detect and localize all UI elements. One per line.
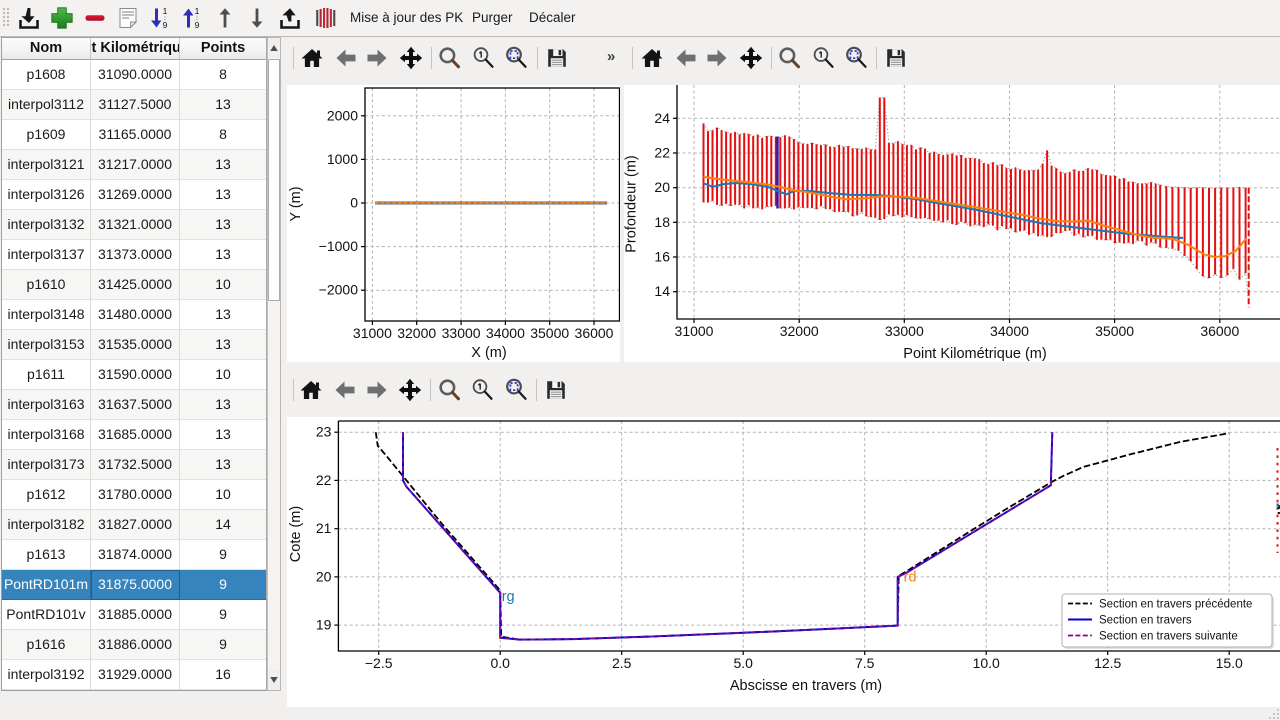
svg-text:−1000: −1000 [319, 238, 359, 254]
svg-text:36000: 36000 [1200, 323, 1239, 339]
svg-text:22: 22 [654, 145, 670, 161]
svg-text:1: 1 [163, 6, 168, 16]
svg-text:34000: 34000 [990, 323, 1029, 339]
svg-text:5.0: 5.0 [733, 655, 753, 671]
svg-text:34000: 34000 [486, 325, 525, 341]
svg-text:35000: 35000 [530, 325, 569, 341]
svg-text:31000: 31000 [675, 323, 714, 339]
svg-text:32000: 32000 [397, 325, 436, 341]
svg-text:rd: rd [904, 570, 917, 586]
svg-text:33000: 33000 [885, 323, 924, 339]
svg-text:35000: 35000 [1095, 323, 1134, 339]
svg-text:14: 14 [654, 283, 670, 299]
svg-text:Section en travers précédente: Section en travers précédente [1099, 598, 1252, 610]
svg-text:31000: 31000 [353, 325, 392, 341]
svg-text:36000: 36000 [575, 325, 614, 341]
svg-text:9: 9 [195, 20, 200, 30]
svg-text:20: 20 [316, 568, 332, 584]
svg-text:7.5: 7.5 [855, 655, 875, 671]
svg-text:Y (m): Y (m) [288, 186, 304, 221]
svg-text:Section en travers suivante: Section en travers suivante [1099, 630, 1238, 642]
svg-text:10.0: 10.0 [973, 655, 1000, 671]
svg-text:−2.5: −2.5 [365, 655, 393, 671]
svg-text:Abscisse en travers (m): Abscisse en travers (m) [730, 678, 882, 694]
svg-text:X (m): X (m) [471, 345, 506, 361]
svg-text:−2000: −2000 [319, 282, 359, 298]
svg-text:12.5: 12.5 [1094, 655, 1121, 671]
svg-text:24: 24 [654, 110, 670, 126]
svg-text:0: 0 [350, 195, 358, 211]
svg-text:Point Kilométrique (m): Point Kilométrique (m) [903, 346, 1046, 362]
svg-text:1: 1 [195, 6, 200, 16]
svg-text:Cote (m): Cote (m) [288, 506, 304, 562]
svg-text:32000: 32000 [780, 323, 819, 339]
svg-text:0.0: 0.0 [490, 655, 510, 671]
svg-text:2000: 2000 [327, 107, 358, 123]
svg-text:1000: 1000 [327, 151, 358, 167]
svg-text:15.0: 15.0 [1216, 655, 1243, 671]
svg-text:23: 23 [316, 424, 332, 440]
svg-text:9: 9 [163, 20, 168, 30]
svg-text:18: 18 [654, 214, 670, 230]
svg-text:21: 21 [316, 520, 332, 536]
svg-text:19: 19 [316, 617, 332, 633]
svg-text:22: 22 [316, 472, 332, 488]
svg-text:2.5: 2.5 [612, 655, 632, 671]
svg-text:33000: 33000 [442, 325, 481, 341]
svg-text:Section en travers: Section en travers [1099, 614, 1192, 626]
svg-text:20: 20 [654, 179, 670, 195]
svg-text:rg: rg [502, 589, 515, 605]
svg-text:Profondeur (m): Profondeur (m) [624, 155, 640, 253]
svg-text:16: 16 [654, 249, 670, 265]
